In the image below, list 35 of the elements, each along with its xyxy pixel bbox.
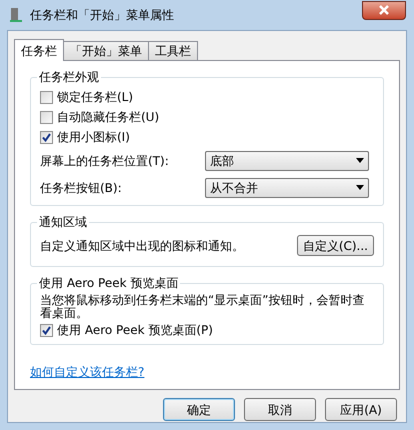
dropdown-value: 底部 [210, 152, 235, 170]
checkbox[interactable] [40, 110, 53, 124]
dropdown-label: 屏幕上的任务栏位置(T): [40, 152, 170, 170]
checkbox-label: 使用 Aero Peek 预览桌面(P) [57, 322, 213, 339]
group-title: 任务栏外观 [37, 69, 101, 85]
dropdown-label: 任务栏按钮(B): [40, 180, 123, 196]
close-icon [379, 5, 389, 15]
checkbox[interactable] [40, 324, 53, 336]
checkbox[interactable] [40, 130, 53, 144]
dropdown-arrow-icon [356, 158, 364, 163]
notification-description: 自定义通知区域中出现的图标和通知。 [40, 238, 244, 254]
checkmark-icon [42, 326, 51, 334]
app-icon [8, 7, 24, 23]
checkbox-label: 锁定任务栏(L) [57, 89, 134, 106]
tab[interactable]: 工具栏 [148, 41, 198, 60]
tab[interactable]: 任务栏 [14, 39, 64, 61]
customize-button[interactable]: 自定义(C)... [296, 235, 374, 256]
tab[interactable]: 「开始」菜单 [63, 41, 149, 60]
checkbox-label: 使用小图标(I) [57, 129, 130, 146]
dialog-button[interactable]: 确定 [163, 398, 235, 421]
window-title: 任务栏和「开始」菜单属性 [30, 7, 174, 24]
close-button[interactable] [362, 0, 406, 20]
group-title: 使用 Aero Peek 预览桌面 [37, 275, 180, 291]
group-title: 通知区域 [37, 214, 89, 230]
help-link[interactable]: 如何自定义该任务栏? [30, 363, 144, 381]
dropdown-value: 从不合并 [210, 180, 259, 196]
aero-peek-description: 当您将鼠标移动到任务栏末端的“显示桌面”按钮时，会暂时查看桌面。 [40, 294, 366, 320]
dropdown-arrow-icon [356, 185, 364, 190]
dropdown[interactable]: 底部 [205, 150, 369, 170]
dropdown[interactable]: 从不合并 [205, 178, 369, 198]
dialog-button[interactable]: 应用(A) [325, 398, 397, 421]
checkbox-label: 自动隐藏任务栏(U) [57, 109, 160, 126]
checkbox[interactable] [40, 90, 53, 104]
dialog-button[interactable]: 取消 [244, 398, 316, 421]
checkmark-icon [42, 132, 51, 142]
